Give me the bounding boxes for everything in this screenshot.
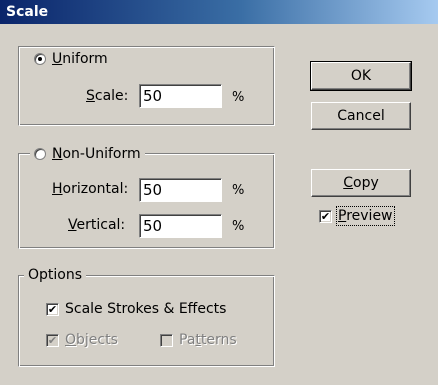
patterns-label: Patterns [179,332,237,348]
vertical-unit: % [232,219,245,234]
cancel-button[interactable]: Cancel [311,102,411,130]
window-title: Scale [6,4,49,20]
horizontal-label: Horizontal: [52,181,129,197]
objects-label: Objects [65,332,118,348]
patterns-checkbox[interactable]: Patterns [160,331,237,349]
preview-check-icon[interactable]: ✔ [319,209,332,223]
preview-label: Preview [336,206,395,226]
vertical-label: Vertical: [68,217,126,233]
uniform-radio-button[interactable] [34,53,46,65]
objects-checkbox[interactable]: ✔ Objects [46,331,118,349]
ok-button[interactable]: OK [310,61,412,91]
vertical-input[interactable]: 50 [139,214,222,238]
scale-unit: % [232,90,245,105]
non-uniform-radio[interactable]: Non-Uniform [30,145,145,163]
copy-button[interactable]: Copy [311,169,411,197]
non-uniform-radio-label: Non-Uniform [52,146,141,162]
scale-label: Scale: [86,88,129,104]
objects-check-icon[interactable]: ✔ [46,333,59,347]
scale-strokes-checkbox[interactable]: ✔ Scale Strokes & Effects [46,300,227,318]
scale-strokes-check-icon[interactable]: ✔ [46,302,59,316]
title-bar[interactable]: Scale [0,0,438,24]
non-uniform-radio-button[interactable] [34,148,46,160]
patterns-check-icon[interactable] [160,333,173,347]
scale-input[interactable]: 50 [139,84,222,108]
scale-strokes-label: Scale Strokes & Effects [65,301,227,317]
uniform-radio[interactable]: Uniform [30,50,112,68]
options-group-title: Options [24,266,87,284]
horizontal-unit: % [232,183,245,198]
uniform-radio-label: Uniform [52,51,108,67]
horizontal-input[interactable]: 50 [139,178,222,202]
options-group [18,275,275,367]
radio-selected-dot [38,57,42,61]
preview-checkbox[interactable]: ✔ Preview [319,206,395,226]
